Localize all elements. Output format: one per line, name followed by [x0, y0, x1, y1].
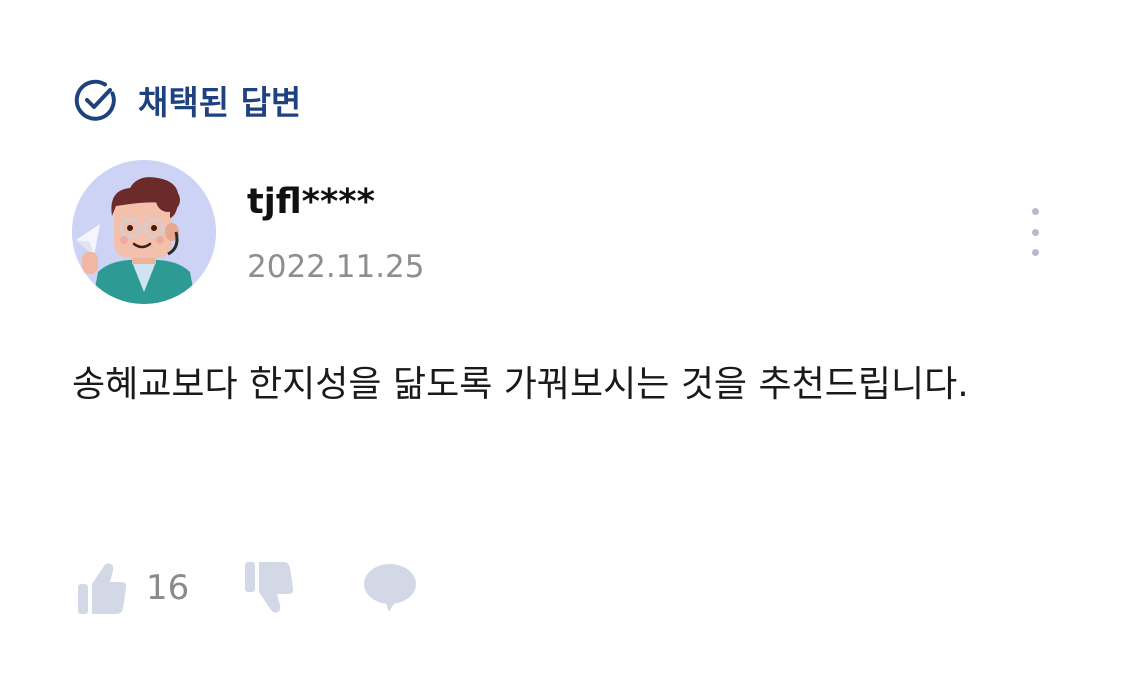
dislike-button[interactable] [243, 560, 295, 616]
speech-bubble-icon [364, 564, 417, 612]
thumbs-up-icon [78, 563, 127, 614]
avatar[interactable] [72, 160, 216, 304]
answer-date: 2022.11.25 [247, 249, 425, 285]
vertical-ellipsis-icon-dot [1031, 249, 1039, 256]
like-count: 16 [146, 568, 190, 608]
comment-button[interactable] [363, 562, 417, 614]
adopted-answer-label: 채택된 답변 [138, 83, 302, 122]
answer-actions: 16 [76, 556, 417, 620]
check-circle-icon [74, 79, 116, 121]
author-name[interactable]: tjfl**** [247, 182, 375, 222]
thumbs-down-icon [245, 562, 294, 613]
character-avatar-image [72, 160, 216, 304]
adopted-answer-badge: 채택된 답변 [72, 74, 301, 126]
answer-text: 송혜교보다 한지성을 닮도록 가꿔보시는 것을 추천드립니다. [72, 364, 969, 405]
like-button[interactable]: 16 [76, 560, 189, 616]
vertical-ellipsis-icon-dot [1031, 228, 1039, 236]
answer-card: 채택된 답변 tjfl**** 2022.11.25 송혜교보다 한지성을 닮도… [0, 0, 1125, 677]
vertical-ellipsis-icon-dot [1031, 208, 1039, 215]
more-options-button[interactable] [1020, 208, 1050, 256]
